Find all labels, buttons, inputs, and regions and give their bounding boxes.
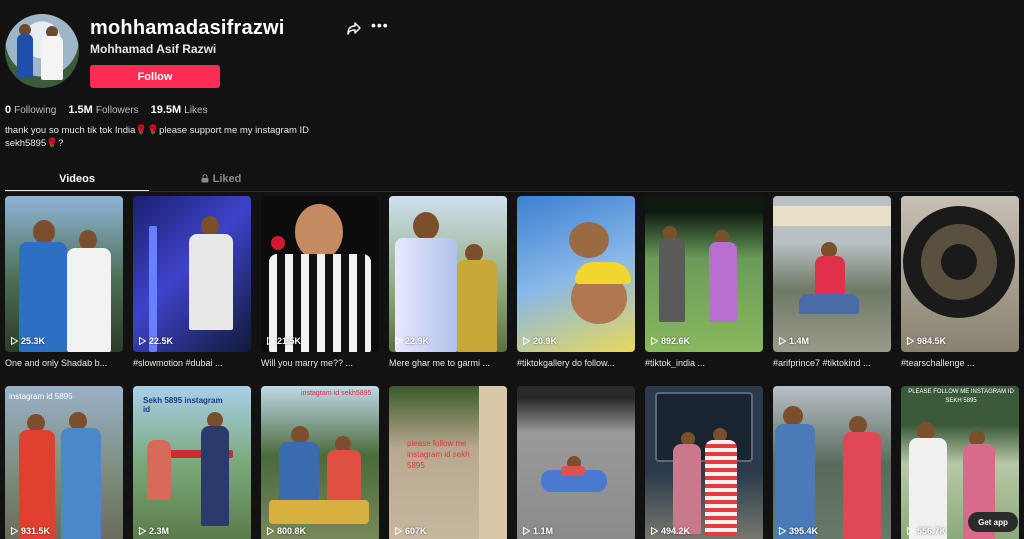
- video-thumbnail[interactable]: 984.5K: [901, 196, 1019, 352]
- display-name: Mohhamad Asif Razwi: [90, 42, 217, 56]
- play-icon: [267, 527, 274, 535]
- video-thumbnail[interactable]: 395.4K: [773, 386, 891, 539]
- video-card[interactable]: please follow me instagram id sekh 5895 …: [389, 386, 507, 539]
- view-count: 22.5K: [149, 336, 174, 346]
- bio: thank you so much tik tok India🌹🌹please …: [5, 125, 310, 149]
- play-icon: [395, 337, 402, 345]
- video-card[interactable]: instagram id sekh5895 800.8K: [261, 386, 379, 539]
- following-count[interactable]: 0 Following: [5, 104, 56, 116]
- tab-divider: [5, 191, 1015, 192]
- video-card[interactable]: 22.5K #slowmotion #dubai ...: [133, 196, 251, 368]
- view-count: 494.2K: [661, 526, 691, 536]
- play-icon: [779, 527, 786, 535]
- view-count: 984.5K: [917, 336, 947, 346]
- lock-icon: [201, 174, 209, 183]
- video-card[interactable]: 494.2K: [645, 386, 763, 539]
- play-icon: [779, 337, 786, 345]
- video-caption[interactable]: #slowmotion #dubai ...: [133, 358, 251, 368]
- view-count: 800.8K: [277, 526, 307, 536]
- play-icon: [907, 337, 914, 345]
- tab-liked[interactable]: Liked: [149, 170, 293, 192]
- video-caption[interactable]: #tiktokgallery do follow...: [517, 358, 635, 368]
- tab-videos[interactable]: Videos: [5, 170, 149, 192]
- video-overlay-text: Sekh 5895 instagram id: [143, 396, 223, 414]
- video-card[interactable]: 21.5K Will you marry me?? ...: [261, 196, 379, 368]
- video-card[interactable]: 22.9K Mere ghar me to garmi ...: [389, 196, 507, 368]
- play-icon: [907, 527, 914, 535]
- play-icon: [523, 527, 530, 535]
- play-icon: [11, 337, 18, 345]
- video-overlay-text: instagram id 5895: [9, 392, 73, 401]
- video-card[interactable]: 395.4K: [773, 386, 891, 539]
- play-icon: [11, 527, 18, 535]
- view-count: 21.5K: [277, 336, 302, 346]
- view-count: 20.9K: [533, 336, 558, 346]
- profile-tabs: Videos Liked: [5, 170, 293, 192]
- view-count: 556.7K: [917, 526, 947, 536]
- view-count: 607K: [405, 526, 427, 536]
- video-thumbnail[interactable]: 22.9K: [389, 196, 507, 352]
- view-count: 931.5K: [21, 526, 51, 536]
- share-icon[interactable]: [346, 20, 362, 36]
- video-overlay-text: instagram id sekh5895: [301, 390, 372, 397]
- username: mohhamadasifrazwi: [90, 17, 285, 39]
- more-options-icon[interactable]: •••: [371, 18, 388, 36]
- video-overlay-text: please follow me instagram id sekh 5895: [407, 439, 470, 470]
- play-icon: [267, 337, 274, 345]
- video-thumbnail[interactable]: Sekh 5895 instagram id 2.3M: [133, 386, 251, 539]
- video-caption[interactable]: #tiktok_india ...: [645, 358, 763, 368]
- video-thumbnail[interactable]: 1.4M: [773, 196, 891, 352]
- video-card[interactable]: 1.1M: [517, 386, 635, 539]
- video-card[interactable]: Sekh 5895 instagram id 2.3M: [133, 386, 251, 539]
- video-thumbnail[interactable]: 892.6K: [645, 196, 763, 352]
- view-count: 25.3K: [21, 336, 46, 346]
- video-card[interactable]: 892.6K #tiktok_india ...: [645, 196, 763, 368]
- video-card[interactable]: 984.5K #tearschallenge ...: [901, 196, 1019, 368]
- followers-count[interactable]: 1.5M Followers: [68, 104, 138, 116]
- likes-count: 19.5M Likes: [150, 104, 208, 116]
- play-icon: [651, 527, 658, 535]
- video-thumbnail[interactable]: 22.5K: [133, 196, 251, 352]
- view-count: 395.4K: [789, 526, 819, 536]
- profile-stats: 0 Following 1.5M Followers 19.5M Likes: [5, 104, 208, 116]
- video-caption[interactable]: Will you marry me?? ...: [261, 358, 379, 368]
- video-thumbnail[interactable]: 25.3K: [5, 196, 123, 352]
- profile-header: mohhamadasifrazwi Mohhamad Asif Razwi Fo…: [5, 14, 1015, 94]
- video-overlay-text: PLEASE FOLLOW ME INSTAGRAM ID SEKH 5895: [908, 389, 1014, 404]
- view-count: 1.4M: [789, 336, 810, 346]
- video-thumbnail[interactable]: 1.1M: [517, 386, 635, 539]
- play-icon: [395, 527, 402, 535]
- view-count: 892.6K: [661, 336, 691, 346]
- video-thumbnail[interactable]: 21.5K: [261, 196, 379, 352]
- play-icon: [523, 337, 530, 345]
- video-card[interactable]: instagram id 5895 931.5K: [5, 386, 123, 539]
- avatar[interactable]: [5, 14, 79, 88]
- video-thumbnail[interactable]: 20.9K: [517, 196, 635, 352]
- video-caption[interactable]: Mere ghar me to garmi ...: [389, 358, 507, 368]
- video-card[interactable]: 1.4M #arifprince7 #tiktokind ...: [773, 196, 891, 368]
- video-card[interactable]: 20.9K #tiktokgallery do follow...: [517, 196, 635, 368]
- video-thumbnail[interactable]: 494.2K: [645, 386, 763, 539]
- play-icon: [139, 337, 146, 345]
- view-count: 2.3M: [149, 526, 170, 536]
- video-thumbnail[interactable]: please follow me instagram id sekh 5895 …: [389, 386, 507, 539]
- video-caption[interactable]: #tearschallenge ...: [901, 358, 1019, 368]
- play-icon: [651, 337, 658, 345]
- view-count: 22.9K: [405, 336, 430, 346]
- get-app-button[interactable]: Get app: [968, 512, 1018, 532]
- play-icon: [139, 527, 146, 535]
- video-thumbnail[interactable]: instagram id 5895 931.5K: [5, 386, 123, 539]
- follow-button[interactable]: Follow: [90, 65, 220, 88]
- video-thumbnail[interactable]: instagram id sekh5895 800.8K: [261, 386, 379, 539]
- video-caption[interactable]: #arifprince7 #tiktokind ...: [773, 358, 891, 368]
- video-card[interactable]: 25.3K One and only Shadab b...: [5, 196, 123, 368]
- view-count: 1.1M: [533, 526, 554, 536]
- video-caption[interactable]: One and only Shadab b...: [5, 358, 123, 368]
